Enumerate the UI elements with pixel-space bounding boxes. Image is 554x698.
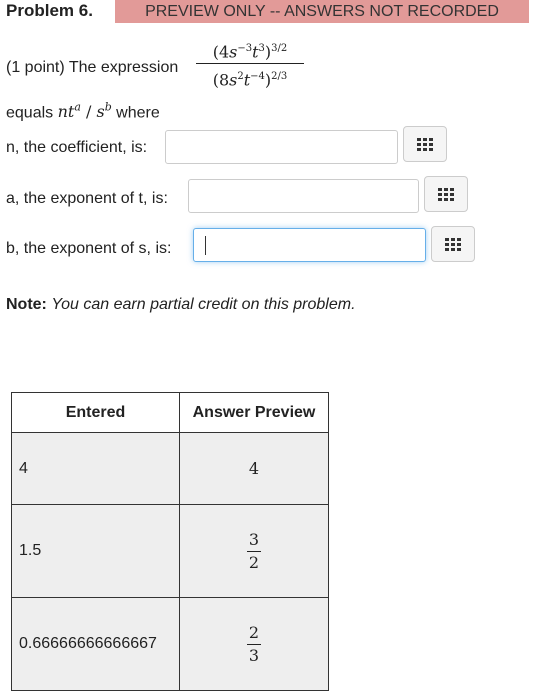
field-label-a: a, the exponent of t, is: (6, 190, 168, 207)
table-row: 4 4 (11, 432, 329, 505)
preview-cell: 23 (179, 597, 329, 691)
entered-cell: 4 (11, 432, 180, 505)
column-header-entered: Entered (11, 392, 180, 433)
answer-input-n[interactable] (165, 130, 398, 164)
table-row: 1.5 32 (11, 504, 329, 598)
keypad-grid-icon (445, 237, 461, 251)
equals-statement: equals nta / sb where (6, 101, 160, 122)
preview-banner: PREVIEW ONLY -- ANSWERS NOT RECORDED (115, 0, 529, 23)
table-header-row: Entered Answer Preview (11, 392, 329, 433)
expression-numerator: (4s−3t3)3/2 (212, 42, 288, 62)
preview-fraction: 23 (246, 622, 262, 665)
keypad-grid-icon (417, 137, 433, 151)
problem-intro: (1 point) The expression (6, 59, 179, 76)
answer-preview-table: Entered Answer Preview 4 4 1.5 32 0.6666… (11, 392, 329, 691)
target-form: nta / sb (57, 101, 112, 122)
entered-cell: 0.66666666666667 (11, 597, 180, 691)
equation-editor-button-a[interactable] (424, 176, 468, 212)
field-label-b: b, the exponent of s, is: (6, 240, 172, 257)
problem-title: Problem 6. (6, 1, 93, 20)
keypad-grid-icon (438, 187, 454, 201)
expression-denominator: (8s2t−4)2/3 (212, 70, 288, 90)
preview-cell: 32 (179, 504, 329, 598)
answer-input-a[interactable] (188, 179, 419, 213)
column-header-answer-preview: Answer Preview (179, 392, 329, 433)
partial-credit-note: Note: You can earn partial credit on thi… (6, 296, 356, 313)
text-caret (205, 236, 206, 255)
field-label-n: n, the coefficient, is: (6, 139, 148, 156)
preview-cell: 4 (179, 432, 329, 505)
answer-input-b[interactable] (193, 228, 426, 262)
expression-fraction: (4s−3t3)3/2 (8s2t−4)2/3 (196, 36, 304, 89)
entered-cell: 1.5 (11, 504, 180, 598)
equation-editor-button-b[interactable] (431, 226, 475, 262)
preview-fraction: 32 (246, 529, 262, 572)
table-row: 0.66666666666667 23 (11, 597, 329, 691)
equation-editor-button-n[interactable] (403, 126, 447, 162)
fraction-bar (196, 63, 304, 64)
